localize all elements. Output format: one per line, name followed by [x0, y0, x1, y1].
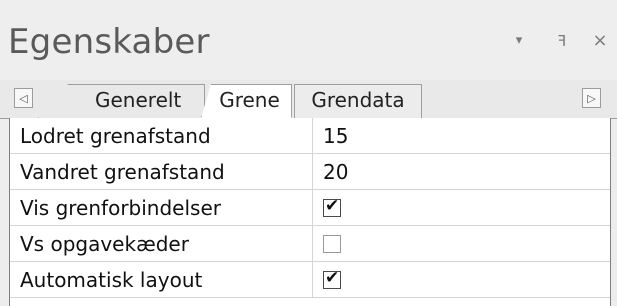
- chevron-down-icon[interactable]: ▾: [509, 31, 529, 51]
- properties-panel: Egenskaber ▾ ꟻ × ◁ Generelt Grene Grenda…: [0, 0, 617, 306]
- property-value[interactable]: 15: [314, 118, 610, 154]
- property-label: Vs opgavekæder: [10, 226, 313, 262]
- property-row[interactable]: Lodret grenafstand 15: [10, 118, 610, 154]
- property-row[interactable]: Vandret grenafstand 20: [10, 154, 610, 190]
- automatisk-layout-checkbox[interactable]: ✔: [323, 268, 341, 289]
- close-icon[interactable]: ×: [590, 31, 610, 51]
- property-row[interactable]: Vs opgavekæder: [10, 226, 610, 262]
- vs-opgavekaeder-checkbox[interactable]: [323, 235, 341, 253]
- tab-grene[interactable]: Grene: [201, 84, 292, 118]
- tab-generelt[interactable]: Generelt: [38, 84, 205, 118]
- property-row[interactable]: Vis grenforbindelser ✔: [10, 190, 610, 226]
- tab-strip: ◁ Generelt Grene Grendata ▷: [0, 80, 617, 119]
- property-label: Vandret grenafstand: [10, 154, 313, 190]
- pin-icon[interactable]: ꟻ: [552, 31, 572, 51]
- checkmark-icon: ✔: [325, 196, 340, 216]
- property-grid: Lodret grenafstand 15 Vandret grenafstan…: [9, 118, 611, 306]
- property-row[interactable]: Automatisk layout ✔: [10, 262, 610, 298]
- vis-grenforbindelser-checkbox[interactable]: ✔: [323, 196, 341, 217]
- property-label: Lodret grenafstand: [10, 118, 313, 154]
- scroll-right-button[interactable]: ▷: [582, 88, 601, 108]
- property-label: Automatisk layout: [10, 262, 313, 298]
- panel-header: Egenskaber ▾ ꟻ ×: [0, 0, 617, 80]
- property-label: Vis grenforbindelser: [10, 190, 313, 226]
- checkmark-icon: ✔: [325, 268, 340, 288]
- scroll-left-button[interactable]: ◁: [14, 88, 33, 108]
- panel-title: Egenskaber: [8, 22, 210, 62]
- property-value[interactable]: 20: [314, 154, 610, 190]
- tab-grendata[interactable]: Grendata: [294, 84, 422, 118]
